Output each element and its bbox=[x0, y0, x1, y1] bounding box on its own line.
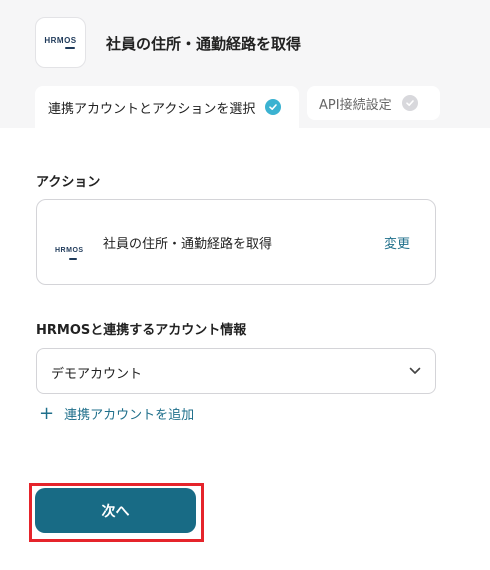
tab-account-action-select[interactable]: 連携アカウントとアクションを選択 bbox=[35, 86, 299, 128]
tab-api-settings[interactable]: API接続設定 bbox=[307, 86, 440, 120]
hrmos-app-logo: HRMOS bbox=[35, 17, 86, 68]
action-section-label: アクション bbox=[36, 175, 101, 190]
header: HRMOS 社員の住所・通勤経路を取得 連携アカウントとアクションを選択 API… bbox=[0, 0, 490, 128]
account-section-label: HRMOSと連携するアカウント情報 bbox=[36, 323, 247, 338]
chevron-down-icon bbox=[409, 367, 421, 374]
add-account-label: 連携アカウントを追加 bbox=[64, 408, 195, 423]
selected-account: デモアカウント bbox=[51, 367, 143, 382]
change-action-link[interactable]: 変更 bbox=[384, 233, 410, 252]
action-card: HRMOS 社員の住所・通勤経路を取得 変更 bbox=[36, 199, 436, 285]
add-account-link[interactable]: + 連携アカウントを追加 bbox=[39, 404, 194, 423]
action-name: 社員の住所・通勤経路を取得 bbox=[103, 237, 273, 252]
next-button[interactable]: 次へ bbox=[35, 488, 196, 533]
hrmos-logo-text: HRMOS bbox=[55, 247, 84, 254]
hrmos-logo-text: HRMOS bbox=[44, 35, 77, 45]
hrmos-logo: HRMOS bbox=[55, 237, 84, 260]
account-select[interactable]: デモアカウント bbox=[36, 348, 436, 394]
page-title: 社員の住所・通勤経路を取得 bbox=[106, 35, 302, 53]
check-circle-icon bbox=[401, 95, 418, 111]
tab-label: 連携アカウントとアクションを選択 bbox=[48, 101, 256, 117]
tab-label: API接続設定 bbox=[319, 97, 392, 113]
plus-icon: + bbox=[39, 402, 55, 424]
check-circle-icon bbox=[265, 99, 282, 115]
